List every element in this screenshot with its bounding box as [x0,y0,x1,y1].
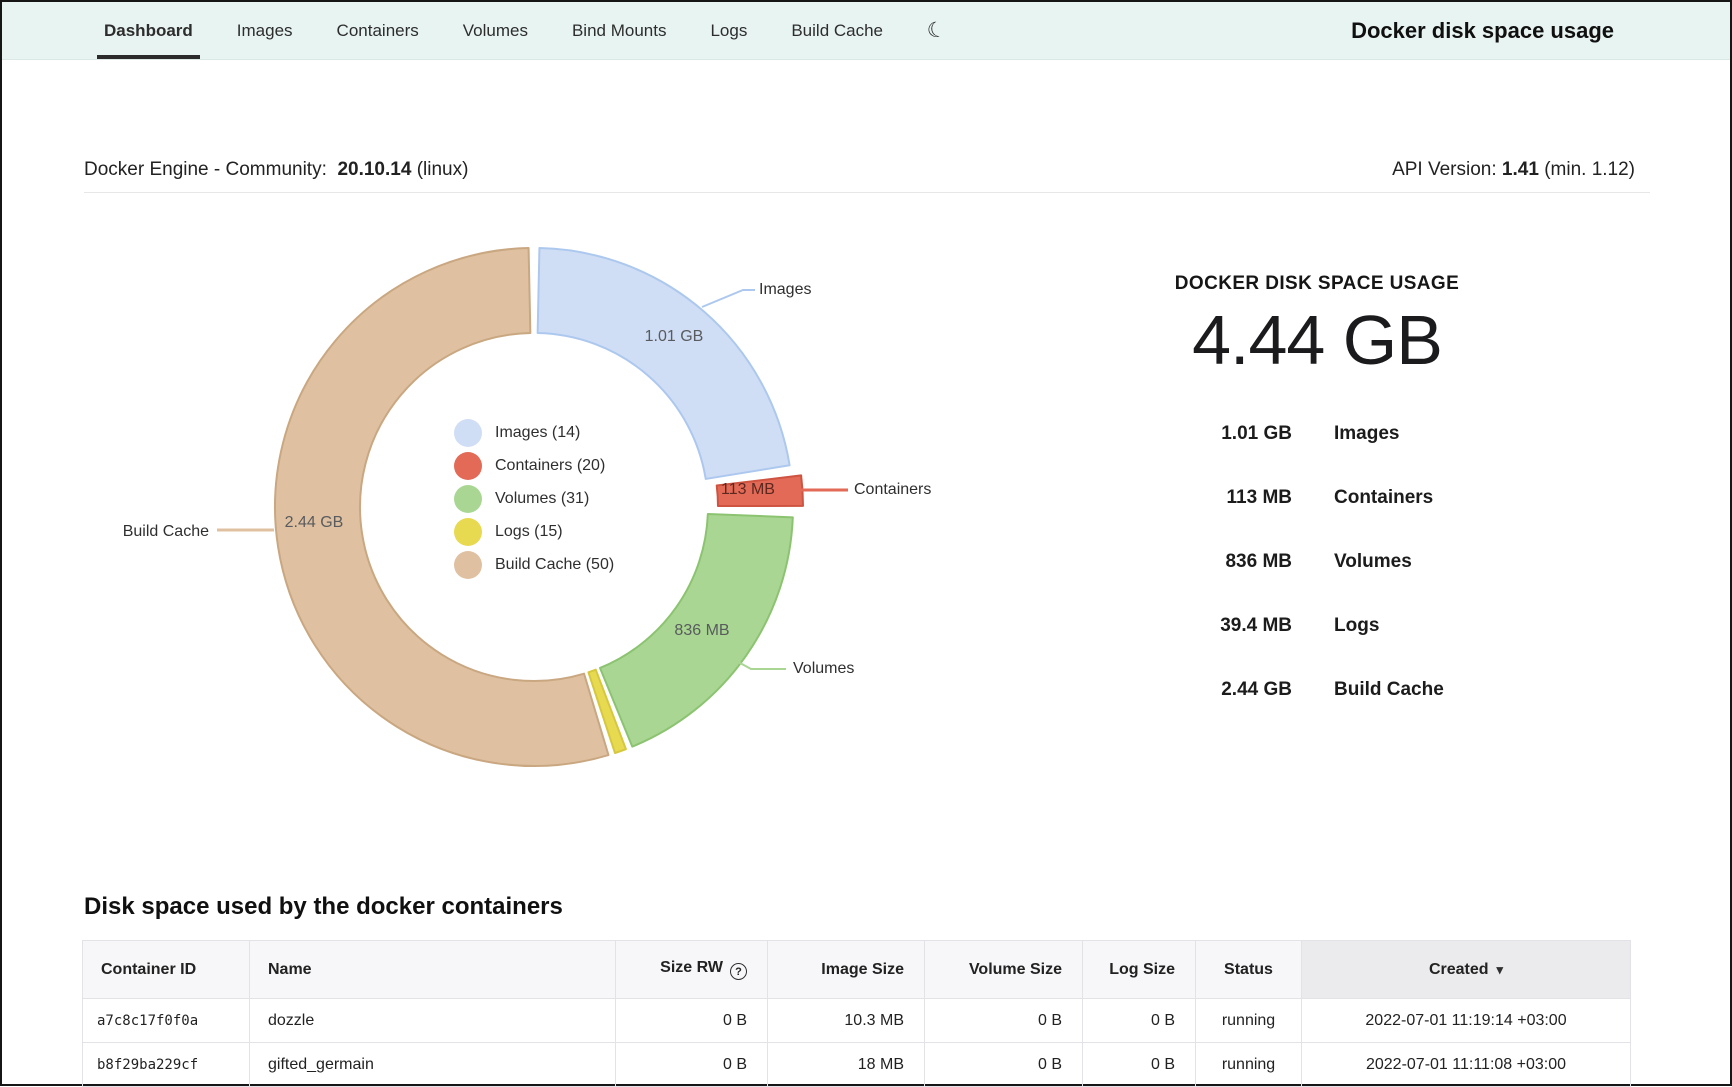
legend-item-build-cache[interactable]: Build Cache (50) [454,551,614,579]
legend-item-volumes[interactable]: Volumes (31) [454,485,614,513]
summary-volumes-label: Volumes [1334,551,1547,573]
images-callout-line [702,290,755,307]
images-legend-swatch [454,419,482,447]
summary-row-logs: 39.4 MB Logs [1087,613,1547,639]
summary-row-volumes: 836 MB Volumes [1087,549,1547,575]
api-version-number: 1.41 [1502,159,1539,180]
legend-item-volumes-label: Volumes (31) [495,490,589,508]
container-id-cell: b8f29ba229cf [83,1043,250,1087]
summary-title: DOCKER DISK SPACE USAGE [1087,273,1547,295]
size-rw-help-icon[interactable]: ? [730,963,747,980]
created-header-label: Created [1429,961,1489,978]
legend-item-containers-label: Containers (20) [495,457,605,475]
column-header-container-id[interactable]: Container ID [83,941,250,999]
containers-callout-label: Containers [854,479,931,501]
summary-images-label: Images [1334,423,1547,445]
containers-legend-swatch [454,452,482,480]
container-id-cell: a7c8c17f0f0a [83,999,250,1043]
volume-size-cell: 0 B [925,1043,1083,1087]
summary-total-size: 4.44 GB [1087,300,1547,380]
legend-item-containers[interactable]: Containers (20) [454,452,614,480]
summary-volumes-value: 836 MB [1087,551,1292,573]
table-header-row: Container ID Name Size RW? Image Size Vo… [83,941,1631,999]
summary-logs-label: Logs [1334,615,1547,637]
summary-build-cache-value: 2.44 GB [1087,679,1292,701]
created-cell: 2022-07-01 11:11:08 +03:00 [1302,1043,1631,1087]
images-callout-label: Images [759,279,811,301]
legend-item-build-cache-label: Build Cache (50) [495,556,614,574]
created-cell: 2022-07-01 11:19:14 +03:00 [1302,999,1631,1043]
image-size-cell: 18 MB [768,1043,925,1087]
legend-item-images[interactable]: Images (14) [454,419,614,447]
volumes-value-label: 836 MB [642,620,762,642]
size-rw-cell: 0 B [616,999,768,1043]
summary-row-images: 1.01 GB Images [1087,421,1547,447]
log-size-cell: 0 B [1083,999,1196,1043]
volumes-legend-swatch [454,485,482,513]
column-header-status[interactable]: Status [1196,941,1302,999]
summary-images-value: 1.01 GB [1087,423,1292,445]
api-version-text: API Version: 1.41 (min. 1.12) [1392,159,1635,181]
containers-table-heading: Disk space used by the docker containers [84,893,563,921]
legend-item-logs[interactable]: Logs (15) [454,518,614,546]
summary-breakdown-list: 1.01 GB Images 113 MB Containers 836 MB … [1087,421,1547,703]
volumes-callout-label: Volumes [793,658,854,680]
sort-descending-icon: ▾ [1497,962,1504,977]
status-cell: running [1196,1043,1302,1087]
logs-legend-swatch [454,518,482,546]
build-cache-value-label: 2.44 GB [254,512,374,534]
size-rw-header-label: Size RW [660,959,723,976]
containers-table: Container ID Name Size RW? Image Size Vo… [82,940,1631,1087]
summary-containers-label: Containers [1334,487,1547,509]
summary-build-cache-label: Build Cache [1334,679,1547,701]
disk-usage-donut-chart: Images Containers Volumes Build Cache 1.… [2,2,1002,822]
summary-row-containers: 113 MB Containers [1087,485,1547,511]
build-cache-legend-swatch [454,551,482,579]
image-size-cell: 10.3 MB [768,999,925,1043]
column-header-volume-size[interactable]: Volume Size [925,941,1083,999]
summary-row-build-cache: 2.44 GB Build Cache [1087,677,1547,703]
chart-legend: Images (14) Containers (20) Volumes (31)… [454,419,614,579]
column-header-log-size[interactable]: Log Size [1083,941,1196,999]
volume-size-cell: 0 B [925,999,1083,1043]
status-cell: running [1196,999,1302,1043]
page-title: Docker disk space usage [1351,18,1614,44]
column-header-image-size[interactable]: Image Size [768,941,925,999]
summary-logs-value: 39.4 MB [1087,615,1292,637]
column-header-created[interactable]: Created ▾ [1302,941,1631,999]
table-row: a7c8c17f0f0a dozzle 0 B 10.3 MB 0 B 0 B … [83,999,1631,1043]
container-name-cell: gifted_germain [250,1043,616,1087]
table-row: b8f29ba229cf gifted_germain 0 B 18 MB 0 … [83,1043,1631,1087]
images-value-label: 1.01 GB [614,326,734,348]
size-rw-cell: 0 B [616,1043,768,1087]
container-name-cell: dozzle [250,999,616,1043]
build-cache-callout-label: Build Cache [97,521,209,543]
legend-item-logs-label: Logs (15) [495,523,563,541]
summary-containers-value: 113 MB [1087,487,1292,509]
legend-item-images-label: Images (14) [495,424,580,442]
column-header-name[interactable]: Name [250,941,616,999]
log-size-cell: 0 B [1083,1043,1196,1087]
column-header-size-rw[interactable]: Size RW? [616,941,768,999]
containers-value-label: 113 MB [688,479,808,501]
